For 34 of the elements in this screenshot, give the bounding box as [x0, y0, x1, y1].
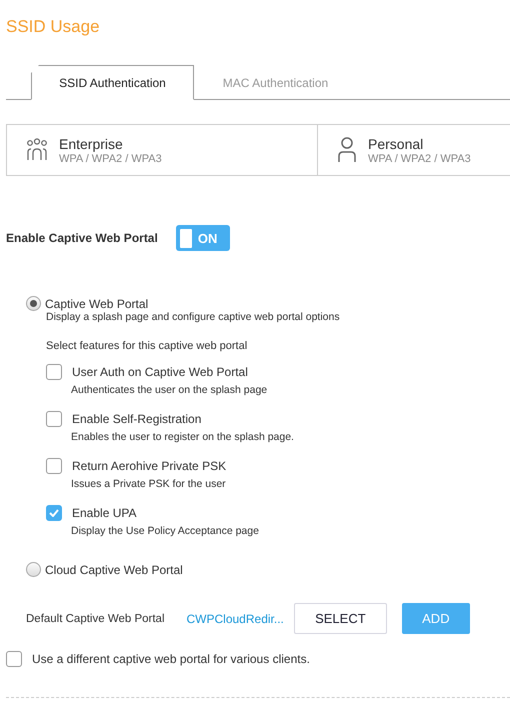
feature-label: Enable Self-Registration [72, 412, 202, 426]
radio-label: Cloud Captive Web Portal [45, 562, 183, 576]
feature-description: Issues a Private PSK for the user [70, 478, 227, 490]
security-type-card[interactable]: Enterprise WPA / WPA2 / WPA3 [7, 125, 318, 175]
security-protocols: WPA / WPA2 / WPA3 [59, 152, 162, 164]
security-protocols: WPA / WPA2 / WPA3 [368, 152, 471, 164]
checkbox-label: Use a different captive web portal for various clients. [32, 652, 310, 666]
feature-label: Enable UPA [72, 506, 136, 520]
person-icon [337, 137, 357, 163]
checkbox[interactable] [46, 458, 62, 474]
select-button[interactable]: SELECT [294, 603, 387, 634]
checkbox[interactable] [46, 411, 62, 427]
checkbox[interactable] [46, 364, 62, 380]
page-title: SSID Usage [6, 16, 101, 38]
checkbox[interactable] [6, 651, 22, 667]
option-description: Display a splash page and configure captive web portal options [46, 311, 341, 323]
feature-label: User Auth on Captive Web Portal [72, 365, 248, 379]
features-heading: Select features for this captive web portal [46, 340, 248, 352]
check-icon [49, 509, 59, 517]
field-label: Default Captive Web Portal [26, 612, 164, 624]
feature-description: Authenticates the user on the splash page [70, 384, 268, 396]
toggle-label: Enable Captive Web Portal [6, 231, 158, 245]
feature-description: Display the Use Policy Acceptance page [70, 525, 260, 537]
radio-button[interactable] [26, 562, 41, 577]
radio-label: Captive Web Portal [45, 296, 148, 310]
group-icon [26, 138, 48, 162]
radio-button[interactable] [26, 296, 41, 311]
security-type-card[interactable]: Personal WPA / WPA2 / WPA3 [318, 125, 510, 175]
feature-description: Enables the user to register on the splash page. [70, 431, 295, 443]
checkbox[interactable] [46, 505, 62, 521]
tab[interactable]: SSID Authentication [31, 65, 194, 100]
security-type-name: Personal [368, 136, 424, 152]
security-type-name: Enterprise [59, 136, 124, 152]
feature-label: Return Aerohive Private PSK [72, 459, 226, 473]
